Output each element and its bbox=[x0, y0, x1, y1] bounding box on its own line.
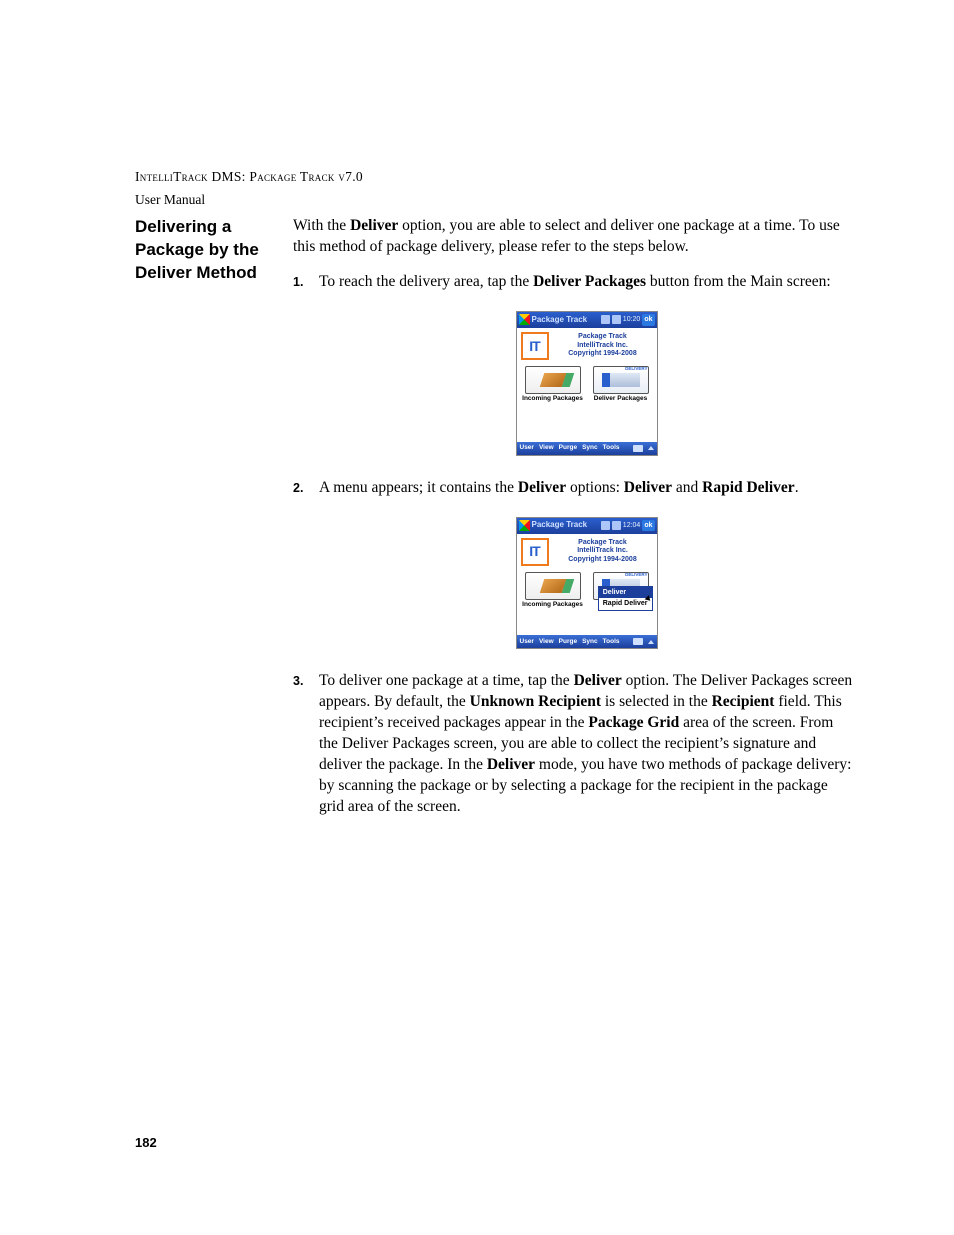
volume-icon[interactable] bbox=[612, 315, 621, 324]
term-deliver: Deliver bbox=[350, 217, 398, 234]
running-header-product: IntelliTrack DMS: Package Track v7.0 bbox=[135, 168, 854, 186]
menu-sync[interactable]: Sync bbox=[582, 638, 598, 647]
step-number: 1. bbox=[293, 274, 303, 291]
term-deliver: Deliver bbox=[487, 756, 535, 773]
pda-info-row: IT Package Track IntelliTrack Inc. Copyr… bbox=[517, 328, 657, 364]
term-unknown-recipient: Unknown Recipient bbox=[470, 693, 601, 710]
figure-2: Package Track 12:04 ok IT Package Tr bbox=[319, 517, 854, 650]
incoming-packages-button[interactable]: Incoming Packages bbox=[521, 572, 585, 610]
body-column: With the Deliver option, you are able to… bbox=[293, 216, 854, 832]
incoming-packages-icon bbox=[525, 572, 581, 600]
menu-item-rapid-deliver[interactable]: Rapid Deliver bbox=[599, 598, 652, 609]
ok-button[interactable]: ok bbox=[642, 314, 654, 325]
term-deliver: Deliver bbox=[574, 672, 622, 689]
menu-tools[interactable]: Tools bbox=[603, 638, 620, 647]
step-number: 2. bbox=[293, 480, 303, 497]
step-list: 1. To reach the delivery area, tap the D… bbox=[293, 272, 854, 818]
incoming-packages-button[interactable]: Incoming Packages bbox=[521, 366, 585, 404]
pda-menubar: User View Purge Sync Tools bbox=[517, 635, 657, 648]
ok-button[interactable]: ok bbox=[642, 520, 654, 531]
figure-1: Package Track 10:20 ok IT Package Tr bbox=[319, 311, 854, 456]
page-number: 182 bbox=[135, 1135, 157, 1150]
term-recipient: Recipient bbox=[712, 693, 775, 710]
keyboard-caret-icon[interactable] bbox=[648, 446, 654, 450]
menu-view[interactable]: View bbox=[539, 638, 554, 647]
text: To deliver one package at a time, tap th… bbox=[319, 672, 574, 689]
text: A menu appears; it contains the bbox=[319, 479, 518, 496]
term-package-grid: Package Grid bbox=[588, 714, 679, 731]
menu-purge[interactable]: Purge bbox=[559, 638, 577, 647]
keyboard-caret-icon[interactable] bbox=[648, 640, 654, 644]
manual-page: IntelliTrack DMS: Package Track v7.0 Use… bbox=[0, 0, 954, 1235]
text: With the bbox=[293, 217, 350, 234]
company-name: IntelliTrack Inc. bbox=[553, 342, 653, 350]
connectivity-icon[interactable] bbox=[601, 521, 610, 530]
deliver-packages-label: Deliver Packages bbox=[594, 395, 647, 404]
pda-info-text: Package Track IntelliTrack Inc. Copyrigh… bbox=[553, 539, 653, 564]
menu-tools[interactable]: Tools bbox=[603, 444, 620, 453]
text: . bbox=[795, 479, 799, 496]
pda-button-row: Incoming Packages Deliver Packages bbox=[517, 364, 657, 408]
copyright: Copyright 1994-2008 bbox=[553, 350, 653, 358]
clock: 10:20 bbox=[623, 315, 641, 324]
pda-info-row: IT Package Track IntelliTrack Inc. Copyr… bbox=[517, 534, 657, 570]
deliver-packages-icon bbox=[593, 366, 649, 394]
menu-user[interactable]: User bbox=[520, 444, 534, 453]
pda-app-title: Package Track bbox=[532, 520, 588, 531]
pda-menubar: User View Purge Sync Tools bbox=[517, 442, 657, 455]
incoming-packages-icon bbox=[525, 366, 581, 394]
pda-titlebar: Package Track 10:20 ok bbox=[517, 312, 657, 328]
pda-deliver-menu-screen: Package Track 12:04 ok IT Package Tr bbox=[516, 517, 658, 650]
term-deliver-packages: Deliver Packages bbox=[533, 273, 646, 290]
menu-view[interactable]: View bbox=[539, 444, 554, 453]
text: is selected in the bbox=[601, 693, 712, 710]
menu-purge[interactable]: Purge bbox=[559, 444, 577, 453]
step-2: 2. A menu appears; it contains the Deliv… bbox=[293, 478, 854, 650]
section-heading: Delivering a Package by the Deliver Meth… bbox=[135, 216, 285, 832]
app-name: Package Track bbox=[553, 539, 653, 547]
menu-item-deliver[interactable]: Deliver bbox=[599, 587, 652, 598]
pda-main-screen: Package Track 10:20 ok IT Package Tr bbox=[516, 311, 658, 456]
text: To reach the delivery area, tap the bbox=[319, 273, 533, 290]
clock: 12:04 bbox=[623, 521, 641, 530]
step-3: 3. To deliver one package at a time, tap… bbox=[293, 671, 854, 817]
step-number: 3. bbox=[293, 673, 303, 690]
intellitrack-logo-icon: IT bbox=[521, 332, 549, 360]
app-name: Package Track bbox=[553, 333, 653, 341]
intro-paragraph: With the Deliver option, you are able to… bbox=[293, 216, 854, 258]
step-1: 1. To reach the delivery area, tap the D… bbox=[293, 272, 854, 456]
running-header-doctype: User Manual bbox=[135, 192, 854, 208]
keyboard-icon[interactable] bbox=[633, 445, 643, 452]
term-deliver: Deliver bbox=[624, 479, 672, 496]
pda-info-text: Package Track IntelliTrack Inc. Copyrigh… bbox=[553, 333, 653, 358]
pda-titlebar: Package Track 12:04 ok bbox=[517, 518, 657, 534]
company-name: IntelliTrack Inc. bbox=[553, 547, 653, 555]
incoming-packages-label: Incoming Packages bbox=[522, 601, 583, 610]
copyright: Copyright 1994-2008 bbox=[553, 556, 653, 564]
term-deliver: Deliver bbox=[518, 479, 566, 496]
two-column-layout: Delivering a Package by the Deliver Meth… bbox=[135, 216, 854, 832]
start-icon[interactable] bbox=[519, 314, 530, 325]
pda-app-title: Package Track bbox=[532, 315, 588, 326]
text: options: bbox=[566, 479, 624, 496]
incoming-packages-label: Incoming Packages bbox=[522, 395, 583, 404]
deliver-packages-button[interactable]: Deliver Packages bbox=[589, 366, 653, 404]
volume-icon[interactable] bbox=[612, 521, 621, 530]
intellitrack-logo-icon: IT bbox=[521, 538, 549, 566]
connectivity-icon[interactable] bbox=[601, 315, 610, 324]
keyboard-icon[interactable] bbox=[633, 638, 643, 645]
text: and bbox=[672, 479, 702, 496]
text: button from the Main screen: bbox=[646, 273, 831, 290]
term-rapid-deliver: Rapid Deliver bbox=[702, 479, 795, 496]
start-icon[interactable] bbox=[519, 520, 530, 531]
menu-user[interactable]: User bbox=[520, 638, 534, 647]
menu-sync[interactable]: Sync bbox=[582, 444, 598, 453]
